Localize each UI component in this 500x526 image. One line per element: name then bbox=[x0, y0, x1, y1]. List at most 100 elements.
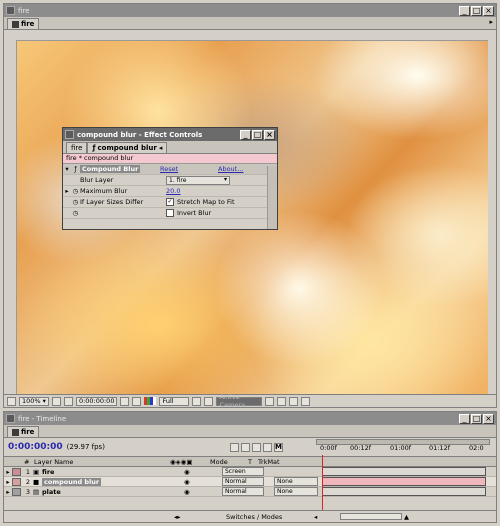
effect-controls-title-bar[interactable]: compound blur - Effect Controls _ □ × bbox=[63, 128, 277, 141]
fast-previews-icon[interactable] bbox=[289, 396, 299, 406]
minimize-button[interactable]: _ bbox=[459, 5, 470, 16]
grid-icon[interactable] bbox=[63, 396, 73, 406]
tab-close-icon[interactable]: ◂ bbox=[159, 144, 163, 152]
stopwatch-icon[interactable]: ◷ bbox=[71, 187, 80, 195]
show-snapshot-icon[interactable] bbox=[132, 396, 142, 406]
track-matte-select[interactable]: None bbox=[274, 477, 318, 486]
layer-name[interactable]: compound blur bbox=[42, 477, 102, 486]
track-matte-select[interactable]: None bbox=[274, 487, 318, 496]
effect-enable-icon[interactable]: ƒ bbox=[71, 165, 80, 173]
fx-scrollbar[interactable] bbox=[267, 166, 277, 229]
current-time-indicator[interactable] bbox=[322, 455, 323, 511]
view-options-icon[interactable] bbox=[265, 396, 275, 406]
ruler-tick-label: 01:12f bbox=[429, 444, 451, 452]
comp-tab-label: fire bbox=[21, 20, 35, 28]
layer-name[interactable]: fire bbox=[42, 468, 170, 476]
camera-select[interactable]: Active Camera bbox=[216, 393, 263, 409]
fx-row-maximum-blur: ▸ ◷ Maximum Blur 20.0 bbox=[63, 186, 277, 197]
about-link[interactable]: About... bbox=[218, 165, 243, 173]
time-ruler[interactable]: 0:00f 00:12f 01:00f 01:12f 02:0 bbox=[316, 439, 490, 452]
zoom-mountains-icon[interactable]: ▲ bbox=[404, 513, 409, 521]
fx-minimize-button[interactable]: _ bbox=[240, 129, 251, 140]
blend-mode-select[interactable]: Normal bbox=[222, 487, 264, 496]
action-safe-guide bbox=[16, 40, 17, 395]
frame-blending-icon[interactable] bbox=[241, 442, 250, 452]
motion-blur-icon[interactable] bbox=[252, 442, 261, 452]
fx-tab-fire[interactable]: fire bbox=[66, 142, 88, 153]
transparency-grid-icon[interactable] bbox=[204, 396, 214, 406]
reset-link[interactable]: Reset bbox=[160, 165, 218, 173]
eye-icon[interactable]: ◉ bbox=[184, 488, 190, 496]
expand-triangle-icon[interactable]: ▸ bbox=[4, 488, 12, 496]
layer-row[interactable]: ▸ 3 ▤ plate ◉ Normal None bbox=[4, 487, 496, 497]
tl-maximize-button[interactable]: □ bbox=[471, 413, 482, 424]
footage-layer-icon: ▤ bbox=[33, 487, 40, 496]
label-color-swatch[interactable] bbox=[12, 477, 21, 486]
comp-tab-row: fire ▸ bbox=[4, 17, 496, 30]
fx-maximize-button[interactable]: □ bbox=[252, 129, 263, 140]
fx-tab-row: fire ƒ compound blur ◂ bbox=[63, 141, 277, 154]
left-arrow-icon[interactable]: ◂▸ bbox=[174, 513, 181, 521]
effect-controls-title: compound blur - Effect Controls bbox=[77, 130, 203, 139]
comp-window-title: fire bbox=[18, 6, 30, 15]
region-of-interest-icon[interactable] bbox=[192, 396, 202, 406]
label-color-swatch[interactable] bbox=[12, 467, 21, 476]
stopwatch-icon[interactable]: ◷ bbox=[71, 198, 80, 206]
resolution-select[interactable]: Full bbox=[159, 396, 190, 406]
timeline-title-bar[interactable]: fire - Timeline _ □ × bbox=[4, 412, 496, 425]
expand-triangle-icon[interactable]: ▸ bbox=[4, 478, 12, 486]
snapshot-icon[interactable] bbox=[120, 396, 130, 406]
draft-3d-icon[interactable] bbox=[263, 442, 272, 452]
switches-modes-toggle[interactable]: Switches / Modes bbox=[226, 513, 282, 521]
label-color-swatch[interactable] bbox=[12, 487, 21, 496]
comp-icon bbox=[12, 20, 19, 28]
layer-sizes-label: If Layer Sizes Differ bbox=[80, 198, 144, 206]
tab-nav-arrow-icon[interactable]: ▸ bbox=[489, 18, 493, 26]
stopwatch-icon[interactable]: ◷ bbox=[71, 209, 80, 217]
flowchart-icon[interactable] bbox=[301, 396, 311, 406]
markers-icon[interactable]: M bbox=[274, 442, 283, 452]
comp-title-bar[interactable]: fire _ □ × bbox=[4, 4, 496, 17]
channel-icon[interactable] bbox=[144, 397, 157, 405]
tl-tab-row: fire bbox=[4, 425, 496, 438]
current-time-field[interactable]: 0:00:00:00 bbox=[75, 396, 118, 406]
layer-duration-bar[interactable] bbox=[322, 467, 486, 476]
fx-row-invert-blur: ◷ Invert Blur bbox=[63, 208, 277, 219]
timeline-timecode[interactable]: 0:00:00:00 bbox=[8, 442, 63, 452]
blend-mode-select[interactable]: Normal bbox=[222, 477, 264, 486]
safe-zones-icon[interactable] bbox=[51, 396, 61, 406]
scroll-left-icon[interactable]: ◂ bbox=[314, 513, 317, 521]
eye-icon[interactable]: ◉ bbox=[184, 468, 190, 476]
expand-triangle-icon[interactable]: ▸ bbox=[63, 187, 71, 195]
zoom-slider[interactable] bbox=[340, 513, 402, 520]
collapse-triangle-icon[interactable]: ▾ bbox=[63, 165, 71, 173]
fx-tab-compound-blur[interactable]: ƒ compound blur ◂ bbox=[87, 142, 168, 153]
maximize-button[interactable]: □ bbox=[471, 5, 482, 16]
fx-close-button[interactable]: × bbox=[264, 129, 275, 140]
layer-duration-bar[interactable] bbox=[322, 477, 486, 486]
pixel-aspect-icon[interactable] bbox=[277, 396, 287, 406]
tl-minimize-button[interactable]: _ bbox=[459, 413, 470, 424]
magnification-select[interactable]: 100% ▾ bbox=[19, 396, 49, 406]
comp-marker-icon[interactable] bbox=[230, 442, 239, 452]
layer-number: 1 bbox=[25, 467, 31, 476]
comp-tab-fire[interactable]: fire bbox=[7, 18, 40, 29]
layer-row[interactable]: ▸ 2 ■ compound blur ◉ Normal None bbox=[4, 477, 496, 487]
tl-tab-fire[interactable]: fire bbox=[7, 426, 40, 437]
close-button[interactable]: × bbox=[483, 5, 494, 16]
layer-duration-bar[interactable] bbox=[322, 487, 486, 496]
always-preview-icon[interactable] bbox=[7, 396, 16, 406]
layer-name-column-header[interactable]: Layer Name bbox=[34, 458, 170, 466]
eye-icon[interactable]: ◉ bbox=[184, 478, 190, 486]
expand-triangle-icon[interactable]: ▸ bbox=[4, 468, 12, 476]
tl-close-button[interactable]: × bbox=[483, 413, 494, 424]
timeline-window: fire - Timeline _ □ × fire 0:00:00:00 (2… bbox=[3, 411, 497, 523]
blur-layer-select[interactable]: 1. fire bbox=[166, 175, 230, 185]
invert-blur-checkbox[interactable] bbox=[166, 209, 174, 217]
ruler-tick-label: 02:0 bbox=[469, 444, 484, 452]
maximum-blur-value[interactable]: 20.0 bbox=[150, 187, 246, 195]
layer-row[interactable]: ▸ 1 ▣ fire ◉ Screen bbox=[4, 467, 496, 477]
stretch-map-checkbox[interactable]: ✓ bbox=[166, 198, 174, 206]
blend-mode-select[interactable]: Screen bbox=[222, 467, 264, 476]
layer-name[interactable]: plate bbox=[42, 488, 170, 496]
